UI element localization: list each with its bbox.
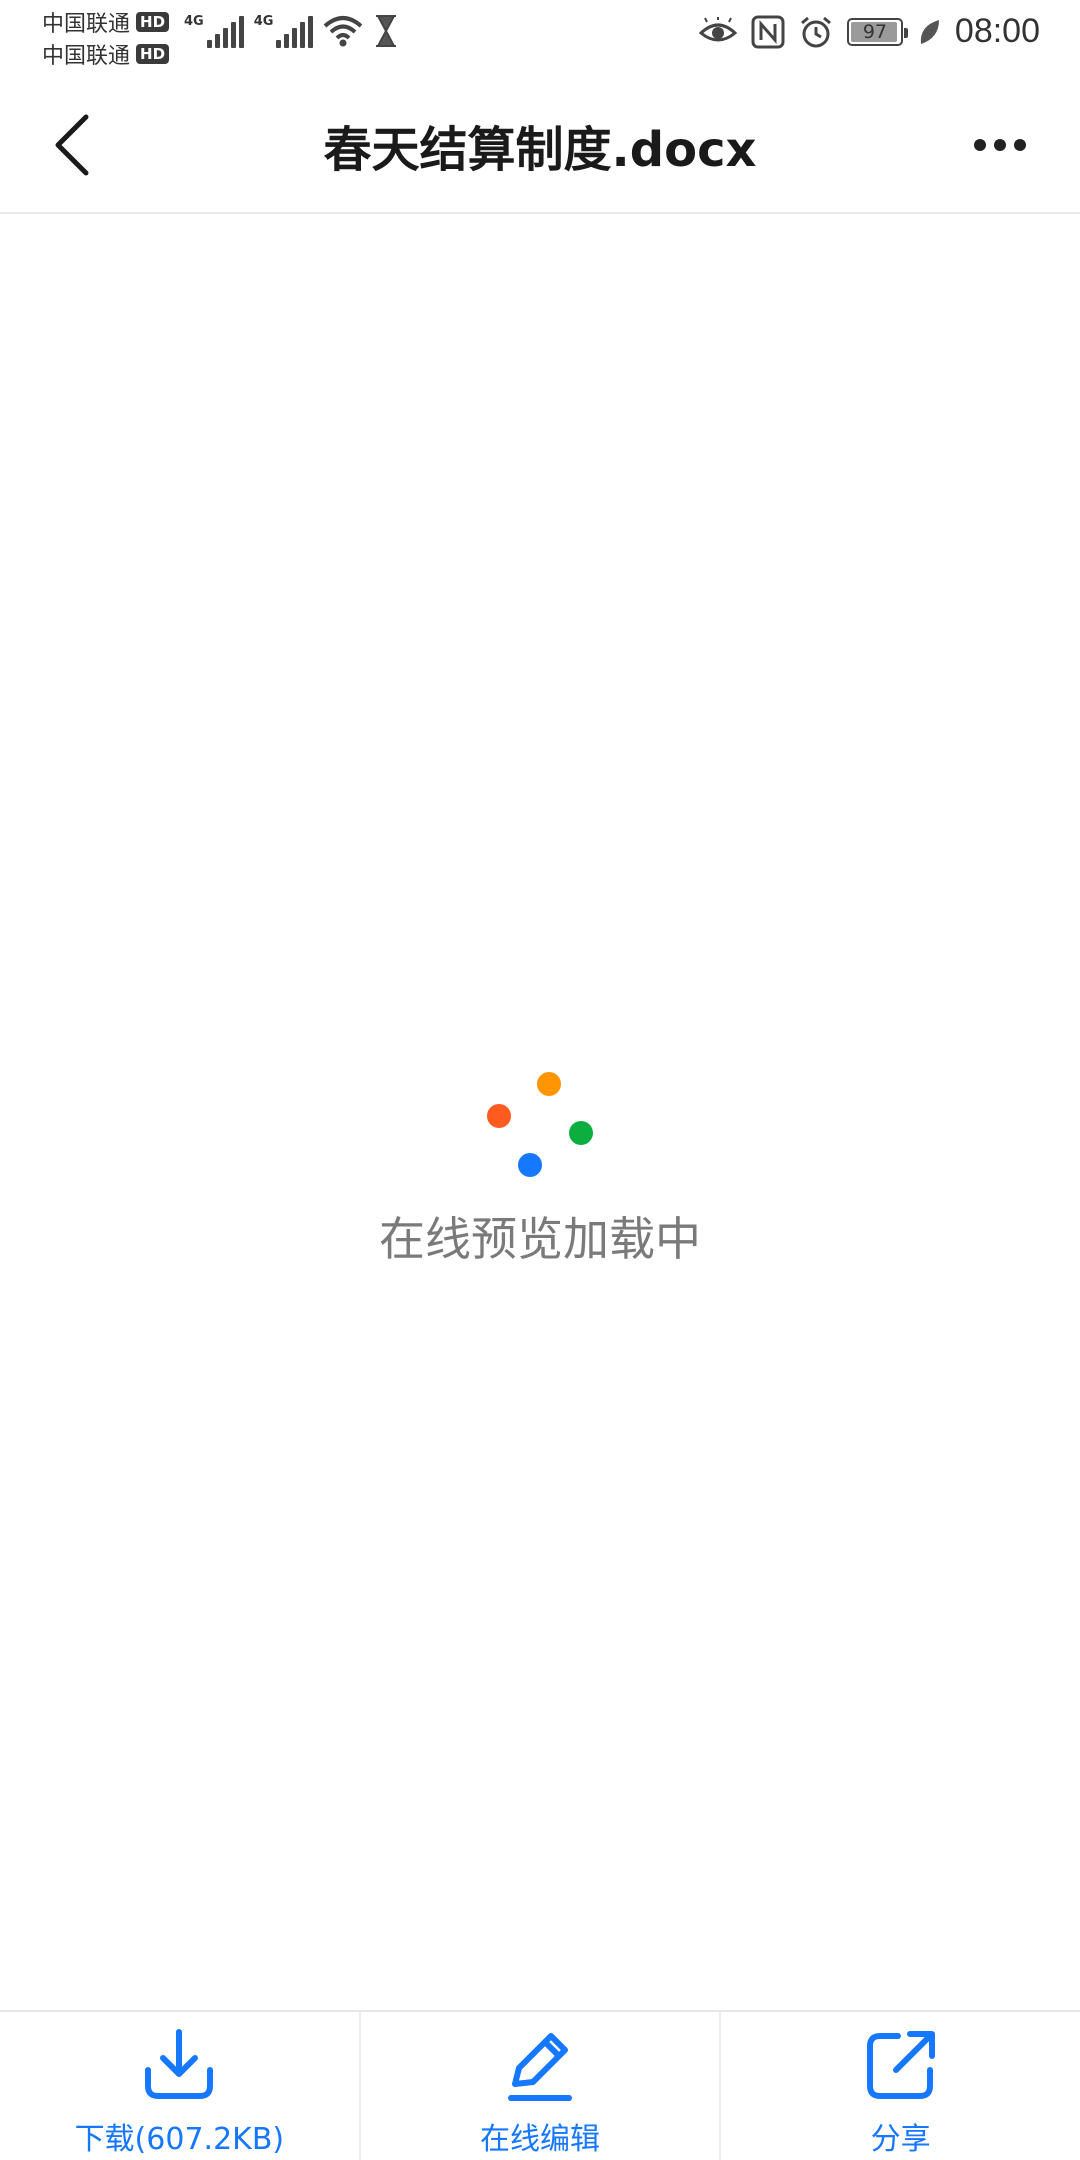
signal-strength-icon: 4G xyxy=(184,14,244,48)
clock-time: 08:00 xyxy=(954,12,1040,50)
carrier-name: 中国联通 xyxy=(42,12,131,37)
app-header: 春天结算制度.docx xyxy=(0,76,1080,214)
hd-badge: HD xyxy=(136,12,170,32)
more-horizontal-icon xyxy=(974,139,986,151)
back-button[interactable] xyxy=(50,100,140,190)
loading-dot-orange xyxy=(537,1072,561,1096)
more-horizontal-icon xyxy=(1014,139,1026,151)
loading-dot-green xyxy=(569,1121,593,1145)
download-icon xyxy=(145,2029,214,2099)
more-options-button[interactable] xyxy=(960,120,1040,170)
battery-icon: 97 xyxy=(846,17,908,46)
signal-indicators: 4G 4G xyxy=(184,14,399,48)
chevron-left-icon xyxy=(55,114,89,176)
pencil-icon xyxy=(508,2033,572,2101)
loading-dot-orange-red xyxy=(487,1104,511,1128)
share-icon xyxy=(866,2031,935,2099)
nfc-icon xyxy=(751,15,785,48)
status-right: 97 08:00 xyxy=(698,12,1040,51)
loading-spinner xyxy=(0,1040,1080,1180)
share-label: 分享 xyxy=(870,2122,931,2157)
share-button[interactable]: 分享 xyxy=(721,2012,1080,2160)
loading-dot-blue xyxy=(518,1153,542,1177)
signal-strength-icon: 4G xyxy=(254,14,314,48)
download-label: 下载(607.2KB) xyxy=(74,2122,285,2157)
network-type: 4G xyxy=(184,14,204,29)
leaf-icon xyxy=(920,19,939,44)
carrier-info: 中国联通 HD 中国联通 HD xyxy=(42,6,170,70)
hourglass-icon xyxy=(376,15,397,47)
hd-badge: HD xyxy=(136,44,170,64)
network-type: 4G xyxy=(253,14,274,29)
carrier-name: 中国联通 xyxy=(42,44,131,69)
battery-level-text: 97 xyxy=(862,20,887,43)
bottom-action-bar: 下载(607.2KB) 在线编辑 分享 xyxy=(0,2010,1080,2160)
status-bar: 中国联通 HD 中国联通 HD 4G 4G 97 08:00 xyxy=(0,0,1080,76)
page-title: 春天结算制度.docx xyxy=(323,122,757,178)
wifi-icon xyxy=(324,16,363,47)
download-button[interactable]: 下载(607.2KB) xyxy=(0,2012,361,2160)
loading-message: 在线预览加载中 xyxy=(379,1212,701,1266)
online-edit-button[interactable]: 在线编辑 xyxy=(361,2012,722,2160)
more-horizontal-icon xyxy=(994,139,1006,151)
alarm-icon xyxy=(800,16,831,47)
eye-icon xyxy=(698,16,737,41)
online-edit-label: 在线编辑 xyxy=(480,2122,600,2157)
